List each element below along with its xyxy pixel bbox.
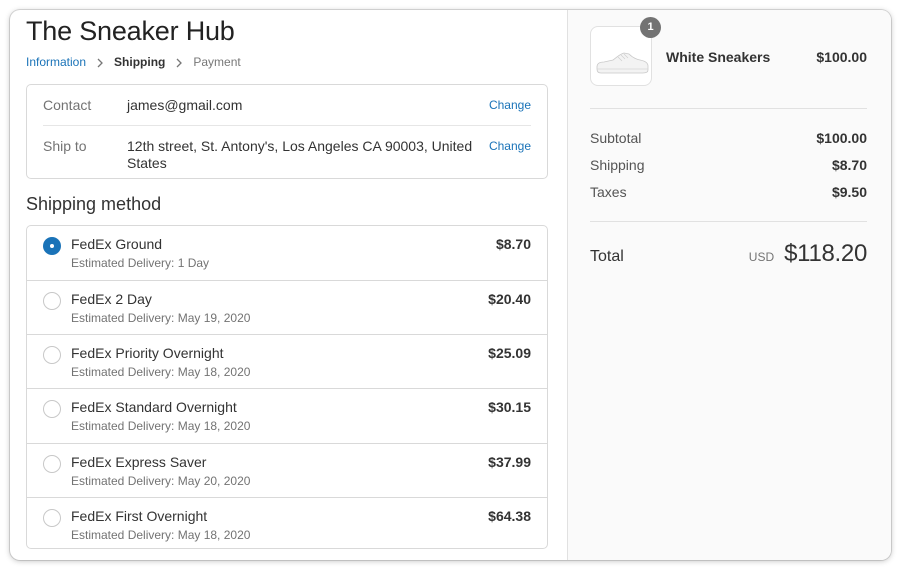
chevron-right-icon (175, 57, 183, 68)
taxes-value: $9.50 (831, 184, 867, 200)
breadcrumb-shipping: Shipping (114, 55, 166, 69)
shipping-option-name: FedEx Priority Overnight (71, 345, 224, 361)
checkout-window: The Sneaker Hub Information Shipping Pay… (10, 10, 891, 560)
shipping-option-price: $8.70 (495, 236, 531, 252)
ship-to-row: Ship to 12th street, St. Antony's, Los A… (43, 138, 531, 172)
subtotal-row: Subtotal $100.00 (590, 130, 867, 146)
shipping-method-list: FedEx Ground Estimated Delivery: 1 Day $8.… (26, 225, 548, 549)
shipping-option[interactable]: FedEx 2 Day Estimated Delivery: May 19, 2… (27, 280, 547, 334)
subtotal-value: $100.00 (816, 130, 867, 146)
total-label: Total (590, 248, 624, 265)
review-divider (43, 125, 531, 126)
breadcrumb-payment: Payment (193, 55, 241, 69)
shipping-option-name: FedEx Standard Overnight (71, 399, 237, 415)
shipping-option-name: FedEx Ground (71, 236, 163, 252)
shipping-cost-label: Shipping (590, 157, 645, 173)
review-block: Contact james@gmail.com Change Ship to 1… (26, 84, 548, 179)
shipping-option-price: $20.40 (488, 291, 531, 307)
shipping-option-price: $25.09 (488, 345, 531, 361)
shipping-option-price: $30.15 (488, 399, 531, 415)
summary-divider (590, 108, 867, 109)
ship-to-label: Ship to (43, 138, 87, 154)
shipping-option-radio[interactable] (43, 292, 61, 310)
total-amount: $118.20 (784, 240, 867, 267)
subtotal-label: Subtotal (590, 130, 642, 146)
shipping-option-price: $37.99 (488, 454, 531, 470)
contact-value: james@gmail.com (127, 97, 243, 113)
shipping-option-eta: Estimated Delivery: May 19, 2020 (71, 311, 251, 325)
shipping-option-eta: Estimated Delivery: May 18, 2020 (71, 528, 251, 542)
breadcrumb: Information Shipping Payment (26, 55, 241, 69)
shipping-option-radio[interactable] (43, 400, 61, 418)
ship-to-value: 12th street, St. Antony's, Los Angeles C… (127, 138, 473, 171)
product-thumbnail: 1 (590, 17, 661, 86)
shipping-method-title: Shipping method (26, 194, 162, 214)
shipping-option-text: FedEx 2 Day Estimated Delivery: May 19, 2… (71, 291, 488, 325)
shipping-option-text: FedEx Express Saver Estimated Delivery: M… (71, 454, 488, 488)
shipping-cost-row: Shipping $8.70 (590, 157, 867, 173)
total-currency: USD (748, 250, 775, 264)
shop-title: The Sneaker Hub (26, 16, 235, 46)
shipping-option-radio[interactable] (43, 237, 61, 255)
product-price: $100.00 (816, 49, 867, 65)
contact-label: Contact (43, 97, 92, 113)
shipping-option-eta: Estimated Delivery: May 18, 2020 (71, 419, 251, 433)
shipping-option-eta: Estimated Delivery: 1 Day (71, 256, 210, 270)
order-summary: 1 White Sneakers $100.00 Subtotal $100.0… (567, 10, 891, 560)
shipping-option-radio[interactable] (43, 346, 61, 364)
shipping-option-text: FedEx Standard Overnight Estimated Delive… (71, 399, 488, 433)
change-contact-link[interactable]: Change (489, 97, 531, 114)
taxes-row: Taxes $9.50 (590, 184, 867, 200)
shipping-option-eta: Estimated Delivery: May 18, 2020 (71, 365, 251, 379)
quantity-badge: 1 (640, 17, 661, 38)
shipping-option-text: FedEx Ground Estimated Delivery: 1 Day (71, 236, 496, 270)
shipping-option-price: $64.38 (488, 508, 531, 524)
shipping-option[interactable]: FedEx Ground Estimated Delivery: 1 Day $8.… (27, 226, 547, 280)
shipping-option[interactable]: FedEx Standard Overnight Estimated Delive… (27, 388, 547, 442)
shipping-option-name: FedEx First Overnight (71, 508, 208, 524)
shipping-option[interactable]: FedEx Express Saver Estimated Delivery: M… (27, 443, 547, 497)
chevron-right-icon (96, 57, 104, 68)
shipping-option-text: FedEx Priority Overnight Estimated Delive… (71, 345, 488, 379)
shipping-option-name: FedEx Express Saver (71, 454, 207, 470)
shipping-option[interactable]: FedEx Priority Overnight Estimated Delive… (27, 334, 547, 388)
shipping-option-eta: Estimated Delivery: May 20, 2020 (71, 474, 251, 488)
shipping-option[interactable]: FedEx First Overnight Estimated Delivery:… (27, 497, 547, 548)
checkout-main: The Sneaker Hub Information Shipping Pay… (10, 10, 567, 560)
taxes-label: Taxes (590, 184, 627, 200)
summary-divider (590, 221, 867, 222)
shipping-cost-value: $8.70 (831, 157, 867, 173)
total-row: Total USD $118.20 (590, 240, 867, 268)
breadcrumb-information[interactable]: Information (26, 55, 86, 69)
shipping-option-radio[interactable] (43, 509, 61, 527)
shipping-option-radio[interactable] (43, 455, 61, 473)
change-address-link[interactable]: Change (489, 138, 531, 172)
shipping-option-text: FedEx First Overnight Estimated Delivery:… (71, 508, 488, 542)
shipping-option-name: FedEx 2 Day (71, 291, 152, 307)
contact-row: Contact james@gmail.com Change (43, 97, 531, 114)
product-name: White Sneakers (666, 49, 771, 65)
